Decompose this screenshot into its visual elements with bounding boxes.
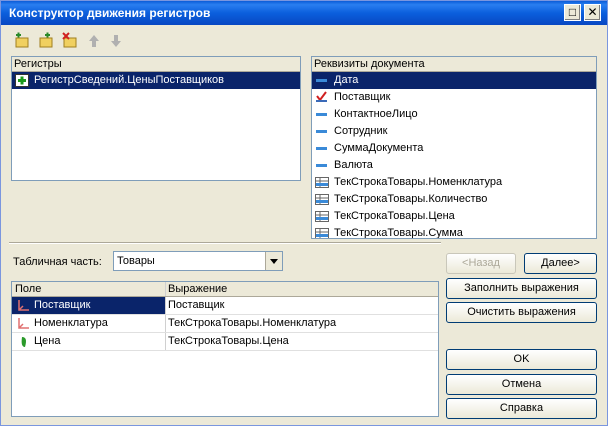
table-row[interactable]: Цена ТекСтрокаТовары.Цена <box>12 333 438 351</box>
requisite-item[interactable]: Сотрудник <box>312 123 596 140</box>
field-icon <box>316 130 327 133</box>
cancel-button[interactable]: Отмена <box>446 374 597 395</box>
requisite-item[interactable]: Поставщик <box>312 89 596 106</box>
expressions-grid: Поле Выражение Поставщик Поставщик Номен… <box>11 281 439 417</box>
requisite-item[interactable]: ТекСтрокаТовары.Количество <box>312 191 596 208</box>
requisite-label: Дата <box>334 74 359 86</box>
register-item-label: РегистрСведений.ЦеныПоставщиков <box>34 74 225 86</box>
requisite-item[interactable]: ТекСтрокаТовары.Номенклатура <box>312 174 596 191</box>
tabular-label: Табличная часть: <box>13 256 102 268</box>
move-up-icon[interactable] <box>85 32 103 50</box>
field-icon <box>316 164 327 167</box>
requisite-item[interactable]: ТекСтрокаТовары.Сумма <box>312 225 596 239</box>
requisite-item[interactable]: ТекСтрокаТовары.Цена <box>312 208 596 225</box>
requisite-item[interactable]: Валюта <box>312 157 596 174</box>
help-button[interactable]: Справка <box>446 398 597 419</box>
registers-header: Регистры <box>12 57 300 72</box>
requisite-label: КонтактноеЛицо <box>334 108 418 120</box>
reference-icon <box>316 91 327 102</box>
requisite-label: Поставщик <box>334 91 391 103</box>
move-down-icon[interactable] <box>107 32 125 50</box>
requisite-item[interactable]: Дата <box>312 72 596 89</box>
grid-cell-field: Поставщик <box>34 299 91 311</box>
ok-button[interactable]: OK <box>446 349 597 370</box>
back-button[interactable]: <Назад <box>446 253 516 274</box>
requisite-label: ТекСтрокаТовары.Цена <box>334 210 455 222</box>
resource-icon <box>21 337 26 347</box>
next-button[interactable]: Далее> <box>524 253 597 274</box>
grid-cell-expression: ТекСтрокаТовары.Цена <box>168 335 289 347</box>
requisites-header: Реквизиты документа <box>312 57 596 72</box>
table-row[interactable]: Поставщик Поставщик <box>12 297 438 315</box>
fill-expressions-button[interactable]: Заполнить выражения <box>446 278 597 299</box>
dialog-window: Конструктор движения регистров □ ✕ Регис… <box>0 0 608 426</box>
requisites-panel: Реквизиты документа Дата Поставщик Конта… <box>311 56 597 239</box>
requisite-label: ТекСтрокаТовары.Номенклатура <box>334 176 503 188</box>
register-item[interactable]: РегистрСведений.ЦеныПоставщиков <box>12 72 300 89</box>
table-field-icon <box>315 177 329 188</box>
table-field-icon <box>315 194 329 205</box>
requisite-label: Сотрудник <box>334 125 388 137</box>
close-button[interactable]: ✕ <box>584 4 601 21</box>
table-field-icon <box>315 228 329 238</box>
grid-cell-field: Цена <box>34 335 61 347</box>
grid-cell-field: Номенклатура <box>34 317 108 329</box>
add-register-copy-icon[interactable] <box>37 32 55 50</box>
clear-expressions-button[interactable]: Очистить выражения <box>446 302 597 323</box>
field-icon <box>316 147 327 150</box>
tabular-select-value: Товары <box>117 255 155 267</box>
tabular-select[interactable]: Товары <box>113 251 283 271</box>
delete-register-icon[interactable] <box>61 32 79 50</box>
registers-panel: Регистры РегистрСведений.ЦеныПоставщиков <box>11 56 301 181</box>
requisite-label: СуммаДокумента <box>334 142 424 154</box>
field-icon <box>316 113 327 116</box>
add-register-icon[interactable] <box>13 32 31 50</box>
title-bar: Конструктор движения регистров □ ✕ <box>1 1 607 25</box>
requisite-label: ТекСтрокаТовары.Сумма <box>334 227 463 239</box>
grid-header: Поле Выражение <box>12 282 438 297</box>
column-header-field: Поле <box>15 283 42 295</box>
grid-cell-expression: Поставщик <box>168 299 225 311</box>
requisite-item[interactable]: КонтактноеЛицо <box>312 106 596 123</box>
requisite-label: Валюта <box>334 159 373 171</box>
grid-cell-expression: ТекСтрокаТовары.Номенклатура <box>168 317 337 329</box>
table-field-icon <box>315 211 329 222</box>
requisite-item[interactable]: СуммаДокумента <box>312 140 596 157</box>
window-title: Конструктор движения регистров <box>9 6 211 20</box>
column-header-expression: Выражение <box>168 283 228 295</box>
dimension-icon <box>18 318 29 329</box>
field-icon <box>316 79 327 82</box>
separator <box>9 242 441 244</box>
chevron-down-icon <box>270 259 278 264</box>
requisite-label: ТекСтрокаТовары.Количество <box>334 193 488 205</box>
dropdown-button[interactable] <box>265 252 282 270</box>
dimension-icon <box>18 300 29 311</box>
register-add-icon <box>15 74 29 87</box>
table-row[interactable]: Номенклатура ТекСтрокаТовары.Номенклатур… <box>12 315 438 333</box>
minimize-button[interactable]: □ <box>564 4 581 21</box>
